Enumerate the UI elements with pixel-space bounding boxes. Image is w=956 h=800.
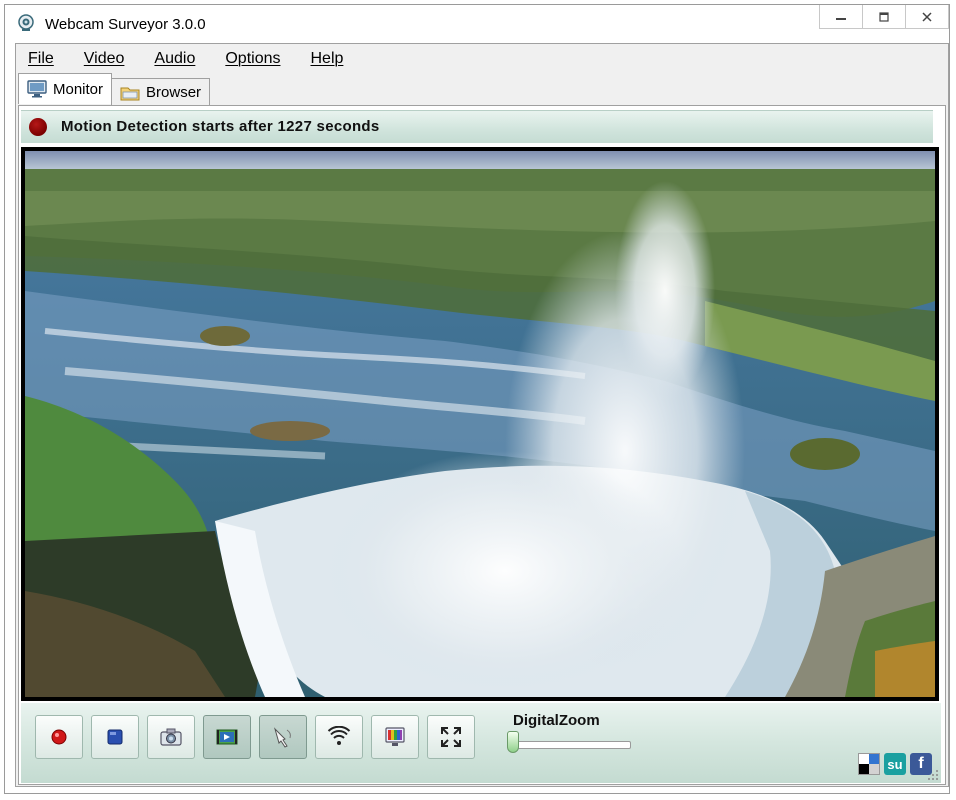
webcam-app-icon: [18, 14, 34, 31]
tab-browser-label: Browser: [146, 84, 202, 101]
menu-audio[interactable]: Audio: [154, 50, 195, 68]
minimize-button[interactable]: [819, 5, 863, 29]
delicious-button[interactable]: [858, 753, 880, 775]
stop-button[interactable]: [91, 715, 139, 759]
menu-options[interactable]: Options: [225, 50, 280, 68]
status-bar: Motion Detection starts after 1227 secon…: [21, 110, 933, 143]
title-bar[interactable]: Webcam Surveyor 3.0.0: [5, 5, 949, 43]
restore-icon: [879, 11, 889, 22]
window-title: Webcam Surveyor 3.0.0: [45, 16, 206, 33]
broadcast-button[interactable]: [315, 715, 363, 759]
motion-detect-icon: [273, 727, 291, 748]
stumbleupon-icon: su: [887, 756, 903, 772]
monitor-icon: [27, 80, 47, 98]
motion-status-text: Motion Detection starts after 1227 secon…: [61, 118, 380, 135]
waterfall-scene-image: [25, 151, 935, 697]
digital-zoom-label: DigitalZoom: [513, 712, 600, 729]
monitor-panel: Motion Detection starts after 1227 secon…: [18, 105, 946, 785]
stumbleupon-button[interactable]: su: [884, 753, 906, 775]
client-area: File Video Audio Options Help Monitor Br…: [15, 43, 949, 787]
tab-monitor-label: Monitor: [53, 80, 104, 98]
menu-file[interactable]: File: [28, 50, 54, 68]
record-icon: [51, 729, 67, 745]
close-button[interactable]: [905, 5, 949, 29]
minimize-icon: [836, 17, 846, 20]
menu-video[interactable]: Video: [84, 50, 125, 68]
motion-status-indicator: [29, 118, 47, 136]
tab-browser[interactable]: Browser: [111, 78, 211, 106]
digital-zoom-slider-thumb[interactable]: [507, 731, 519, 753]
video-capture-icon: [216, 729, 238, 745]
folder-icon: [120, 87, 140, 100]
facebook-icon: f: [918, 755, 924, 772]
control-toolbar: DigitalZoom su f: [21, 703, 941, 783]
video-settings-icon: [385, 727, 405, 746]
tab-strip: Monitor Browser: [18, 73, 211, 106]
maximize-button[interactable]: [862, 5, 906, 29]
stop-icon: [107, 729, 123, 745]
snapshot-camera-icon: [160, 728, 182, 746]
app-window: Webcam Surveyor 3.0.0 File Video Audio O…: [4, 4, 950, 794]
video-capture-button[interactable]: [203, 715, 251, 759]
resize-grip-icon[interactable]: [927, 769, 939, 781]
menu-bar: File Video Audio Options Help: [16, 44, 948, 74]
close-icon: [922, 11, 932, 22]
record-button[interactable]: [35, 715, 83, 759]
delicious-icon: [859, 754, 879, 774]
digital-zoom-slider-track[interactable]: [517, 741, 631, 749]
motion-detect-button[interactable]: [259, 715, 307, 759]
fullscreen-button[interactable]: [427, 715, 475, 759]
webcam-video-view[interactable]: [25, 151, 935, 697]
fullscreen-icon: [441, 727, 461, 747]
menu-help[interactable]: Help: [310, 50, 343, 68]
video-settings-button[interactable]: [371, 715, 419, 759]
broadcast-icon: [327, 726, 351, 745]
snapshot-button[interactable]: [147, 715, 195, 759]
video-frame: [21, 147, 939, 701]
tab-monitor[interactable]: Monitor: [18, 73, 113, 104]
